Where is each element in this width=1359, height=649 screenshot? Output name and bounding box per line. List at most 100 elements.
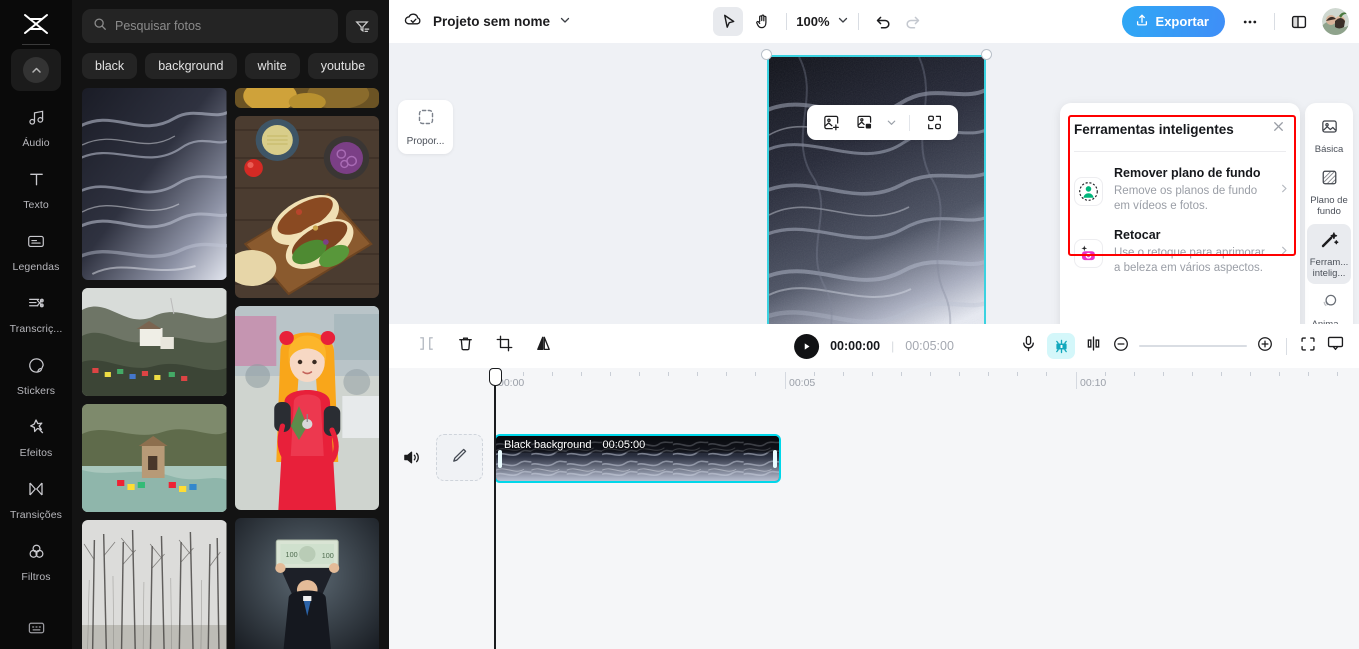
sidebar-item-label: Áudio: [22, 136, 50, 149]
remove-background-title: Remover plano de fundo: [1114, 166, 1261, 180]
chip-white[interactable]: white: [244, 53, 300, 79]
zoom-caret-down-icon[interactable]: [837, 13, 849, 31]
chip-black[interactable]: black: [82, 53, 138, 79]
retouch-desc: Use o retoque para aprimorar a beleza em…: [1114, 247, 1265, 274]
cloud-check-icon[interactable]: [403, 9, 424, 35]
media-tile-cosplay-orange-hair[interactable]: [234, 306, 379, 510]
media-tile-dark-silk-fabric[interactable]: [82, 88, 227, 280]
text-t-icon: [27, 170, 46, 194]
retouch-text: Retocar Use o retoque para aprimorar a b…: [1114, 227, 1268, 276]
volume-icon[interactable]: [402, 449, 421, 471]
replace-image-icon[interactable]: [849, 108, 879, 137]
clip-trim-handle-left[interactable]: [498, 449, 502, 468]
monitor-icon[interactable]: [1326, 334, 1345, 358]
remove-background-icon: [1074, 177, 1103, 206]
user-avatar[interactable]: [1322, 8, 1349, 35]
timeline-playhead[interactable]: [488, 368, 502, 649]
chevron-right-icon[interactable]: [1279, 243, 1290, 261]
more-options-button[interactable]: [1235, 7, 1265, 36]
sidebar-item-audio[interactable]: Áudio: [0, 97, 72, 159]
timeline-clip-black-background[interactable]: Black background 00:05:00: [494, 434, 781, 483]
chip-youtube[interactable]: youtube: [307, 53, 379, 79]
export-button[interactable]: Exportar: [1121, 6, 1225, 37]
sidebar-item-label: Transições: [10, 509, 62, 521]
timeline-toolbar: 00:00:00 | 00:05:00: [389, 324, 1359, 368]
capcut-editor-window: Áudio Texto Legendas Transcriç... Sticke…: [0, 0, 1359, 649]
capcut-logo-icon[interactable]: [19, 10, 53, 38]
float-caret-down-icon[interactable]: [882, 108, 900, 137]
toolbar-divider-2: [857, 13, 859, 30]
zoom-slider-track[interactable]: [1139, 345, 1247, 347]
auto-cutout-icon[interactable]: [919, 108, 949, 137]
hand-tool-button[interactable]: [747, 7, 777, 36]
layout-toggle-button[interactable]: [1284, 7, 1314, 36]
canvas-tools: [713, 7, 777, 36]
undo-button[interactable]: [868, 7, 898, 36]
project-caret-down-icon[interactable]: [559, 13, 571, 31]
zoom-control[interactable]: 100%: [796, 13, 848, 31]
media-tile-tacos-wooden-board[interactable]: [234, 116, 379, 298]
media-grid-column-right: 100 100: [234, 88, 379, 649]
search-input[interactable]: [115, 19, 327, 33]
rail-collapse-button[interactable]: [11, 49, 61, 91]
chevron-right-icon[interactable]: [1279, 181, 1290, 199]
media-tile-tiger-nest-monastery[interactable]: [82, 288, 227, 396]
smart-chip-icon[interactable]: [1047, 333, 1075, 359]
timeline-body[interactable]: 00:00 00:05 00:10 Black background 00:05…: [389, 368, 1359, 649]
sidebar-item-transcription[interactable]: Transcriç...: [0, 283, 72, 345]
sidebar-item-transitions[interactable]: Transições: [0, 469, 72, 531]
track-edit-button[interactable]: [436, 434, 483, 481]
media-tile-prayer-flags-bridge[interactable]: [82, 404, 227, 512]
sidebar-item-text[interactable]: Texto: [0, 159, 72, 221]
filter-sort-icon[interactable]: [346, 9, 378, 43]
smart-tool-retouch[interactable]: Retocar Use o retoque para aprimorar a b…: [1060, 214, 1300, 276]
retouch-title: Retocar: [1114, 228, 1161, 242]
chevron-up-icon: [23, 57, 49, 83]
timeline-right-controls: [1019, 333, 1345, 359]
editor-area: Projeto sem nome 100% Exportar Propor...…: [389, 0, 1359, 649]
playhead-knob[interactable]: [488, 368, 502, 386]
preview-image-dark-silk[interactable]: [767, 55, 986, 324]
timeline-track-row: Black background 00:05:00: [389, 432, 1359, 492]
animation-circles-icon: [1320, 292, 1339, 316]
play-button[interactable]: [794, 333, 820, 359]
timeline-ruler[interactable]: 00:00 00:05 00:10: [389, 368, 1359, 398]
chip-background[interactable]: background: [145, 53, 237, 79]
page-title: Projeto sem nome: [433, 14, 551, 29]
smart-tool-remove-background[interactable]: Remover plano de fundo Remove os planos …: [1060, 152, 1300, 214]
trash-icon[interactable]: [456, 334, 475, 358]
search-box[interactable]: [82, 9, 338, 43]
crop-icon[interactable]: [495, 334, 514, 358]
media-tile-man-holding-dollar[interactable]: 100 100: [234, 518, 379, 649]
sidebar-item-stickers[interactable]: Stickers: [0, 345, 72, 407]
add-image-icon[interactable]: [816, 108, 846, 137]
mirror-flip-icon[interactable]: [534, 334, 553, 358]
fit-screen-icon[interactable]: [1299, 335, 1317, 358]
media-tile-yellow-food-top[interactable]: [234, 88, 379, 108]
sidebar-item-filters[interactable]: Filtros: [0, 531, 72, 593]
right-rail-item-background[interactable]: Plano de fundo: [1307, 162, 1351, 222]
aspect-ratio-button[interactable]: Propor...: [398, 100, 453, 154]
sidebar-item-captions[interactable]: Legendas: [0, 221, 72, 283]
keyboard-icon[interactable]: [27, 620, 46, 641]
minus-circle-icon[interactable]: [1112, 335, 1130, 358]
sidebar-item-label: Legendas: [12, 261, 60, 273]
close-x-icon[interactable]: [1271, 119, 1286, 139]
sidebar-item-effects[interactable]: Efeitos: [0, 407, 72, 469]
plus-circle-icon[interactable]: [1256, 335, 1274, 358]
select-tool-button[interactable]: [713, 7, 744, 36]
split-marker-icon[interactable]: [1084, 334, 1103, 358]
sidebar-item-label: Transcriç...: [9, 323, 63, 335]
ruler-label-0: 00:00: [498, 377, 525, 389]
right-rail-item-animation[interactable]: Anima...: [1307, 286, 1351, 324]
clip-trim-handle-right[interactable]: [773, 449, 777, 468]
split-clip-icon[interactable]: [417, 334, 436, 358]
redo-button[interactable]: [898, 7, 928, 36]
media-tile-bare-winter-forest[interactable]: [82, 520, 227, 649]
transitions-icon: [26, 479, 46, 504]
resize-handle-top-left[interactable]: [761, 49, 772, 60]
right-rail-item-basic[interactable]: Básica: [1307, 111, 1351, 160]
right-rail-item-smart-tools[interactable]: Ferram... intelig...: [1307, 224, 1351, 284]
microphone-icon[interactable]: [1019, 334, 1038, 358]
resize-handle-top-right[interactable]: [981, 49, 992, 60]
